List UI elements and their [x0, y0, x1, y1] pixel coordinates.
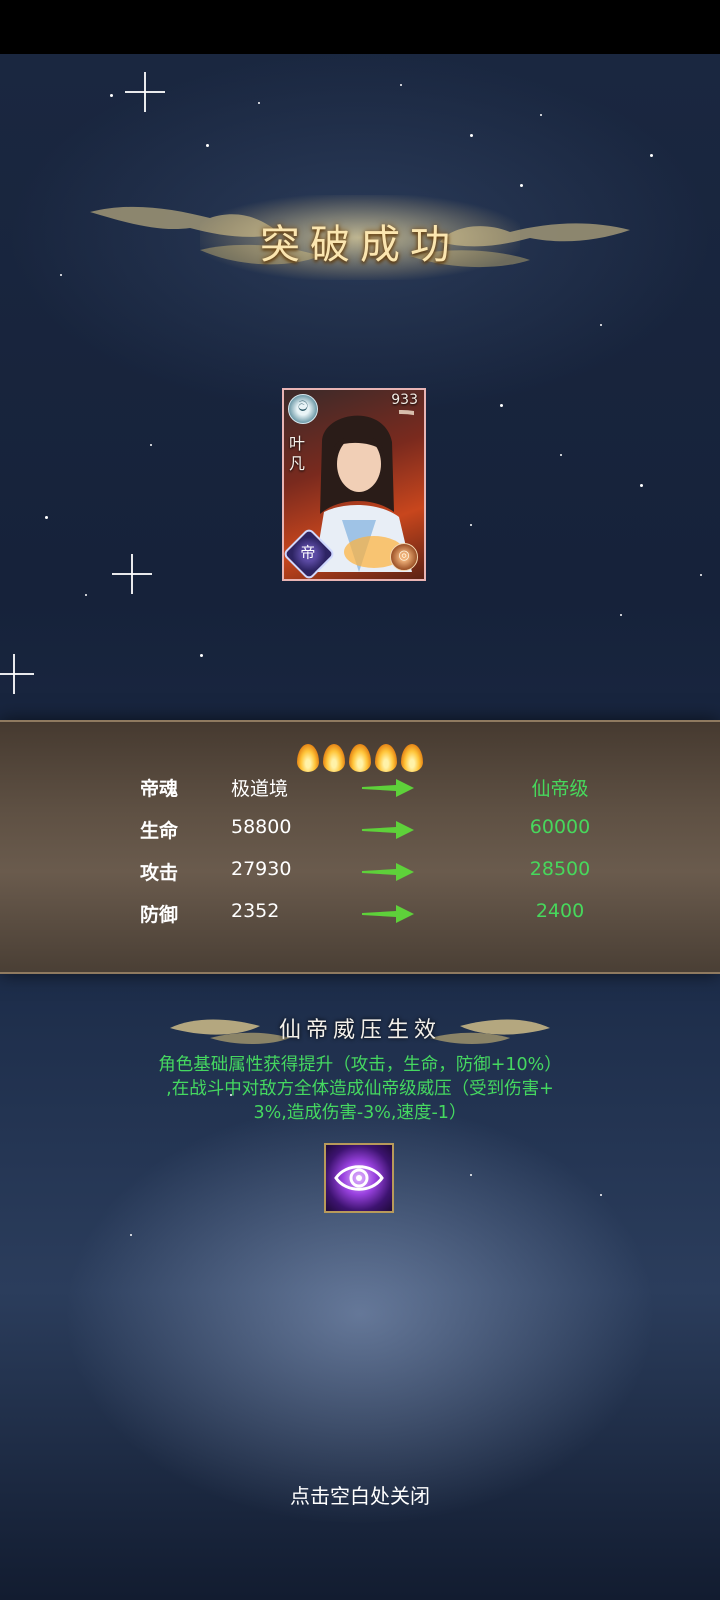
stat-old-value: 2352 — [231, 900, 280, 922]
green-arrow-icon — [362, 779, 414, 797]
effect-line: 角色基础属性获得提升（攻击，生命，防御+10%） — [158, 1055, 562, 1075]
green-arrow-icon — [362, 905, 414, 923]
effect-title: 仙帝威压生效 — [278, 1018, 441, 1043]
effect-description: 角色基础属性获得提升（攻击，生命，防御+10%） ,在战斗中对敌方全体造成仙帝级… — [100, 1053, 620, 1125]
stat-old-value: 27930 — [231, 858, 292, 880]
effect-line: 3%,造成伤害-3%,速度-1） — [253, 1103, 467, 1123]
stat-old-value: 58800 — [231, 816, 292, 838]
hero-name: 叶凡 — [288, 434, 305, 473]
stat-new-value: 2400 — [535, 900, 585, 922]
sparkle-icon — [125, 72, 165, 112]
stat-row-hp: 生命 58800 60000 — [0, 816, 720, 852]
sparkle-icon — [0, 654, 34, 694]
green-arrow-icon — [362, 821, 414, 839]
stat-label: 防御 — [140, 904, 179, 926]
eye-glyph — [334, 1165, 384, 1191]
page-title: 突破成功 — [260, 222, 460, 268]
stat-list[interactable]: 帝魂 极道境 仙帝级 生命 58800 60000 攻击 27930 28500… — [0, 766, 720, 946]
fire-element-icon: ◎ — [390, 543, 418, 571]
hero-level: 933 — [391, 392, 418, 408]
stat-new-value: 仙帝级 — [531, 778, 589, 800]
swirl-icon: ට — [288, 394, 318, 424]
stat-new-value: 28500 — [529, 858, 591, 880]
stat-new-value: 60000 — [529, 816, 591, 838]
stat-label: 生命 — [140, 820, 179, 842]
stat-label: 帝魂 — [140, 778, 179, 800]
close-hint[interactable]: 点击空白处关闭 — [0, 1480, 720, 1509]
green-arrow-icon — [362, 863, 414, 881]
stat-old-value: 极道境 — [231, 778, 289, 800]
stat-row-attack: 攻击 27930 28500 — [0, 858, 720, 894]
stat-row-defense: 防御 2352 2400 — [0, 900, 720, 936]
hero-card[interactable]: ට 933 叶凡 帝 ◎ — [282, 388, 426, 581]
stats-panel: 帝魂 极道境 仙帝级 生命 58800 60000 攻击 27930 28500… — [0, 720, 720, 974]
purple-eye-icon[interactable] — [324, 1143, 394, 1213]
sparkle-icon — [112, 554, 152, 594]
stat-label: 攻击 — [140, 862, 179, 884]
status-bar — [0, 0, 720, 54]
effect-line: ,在战斗中对敌方全体造成仙帝级威压（受到伤害+ — [166, 1079, 554, 1099]
stat-row-soul: 帝魂 极道境 仙帝级 — [0, 774, 720, 810]
